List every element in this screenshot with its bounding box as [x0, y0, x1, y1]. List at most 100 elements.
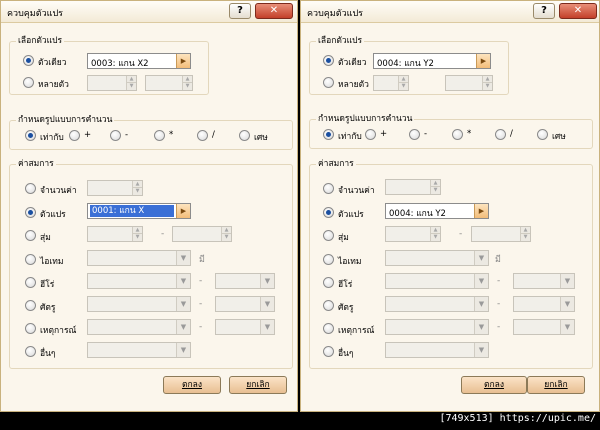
radio-constant[interactable]: จำนวนค่า: [25, 182, 85, 196]
multi-start-spinner[interactable]: ▲ ▼: [373, 75, 409, 91]
random-min-spinner[interactable]: ▲ ▼: [87, 226, 143, 242]
down-arrow-icon[interactable]: ▼: [133, 188, 142, 195]
up-arrow-icon[interactable]: ▲: [127, 76, 136, 83]
single-variable-select[interactable]: 0003: แกน X2 ▶: [87, 53, 191, 69]
radio-button[interactable]: [323, 183, 334, 194]
op-subtract[interactable]: -: [110, 129, 140, 143]
radio-button[interactable]: [25, 183, 36, 194]
up-arrow-icon[interactable]: ▲: [399, 76, 408, 83]
radio-button[interactable]: [25, 323, 36, 334]
radio-button[interactable]: [69, 130, 80, 141]
down-arrow-icon[interactable]: ▼: [399, 83, 408, 90]
other-select[interactable]: ▼: [385, 342, 489, 358]
radio-button[interactable]: [154, 130, 165, 141]
chevron-down-icon[interactable]: ▼: [176, 343, 190, 357]
up-arrow-icon[interactable]: ▲: [222, 227, 231, 234]
item-select[interactable]: ▼: [385, 250, 489, 266]
radio-button[interactable]: [323, 254, 334, 265]
other-select[interactable]: ▼: [87, 342, 191, 358]
up-arrow-icon[interactable]: ▲: [133, 181, 142, 188]
hero-attr-select[interactable]: ▼: [513, 273, 575, 289]
event-select[interactable]: ▼: [87, 319, 191, 335]
radio-button[interactable]: [323, 277, 334, 288]
down-arrow-icon[interactable]: ▼: [483, 83, 492, 90]
radio-button[interactable]: [25, 207, 36, 218]
radio-constant[interactable]: จำนวนค่า: [323, 182, 383, 196]
chevron-down-icon[interactable]: ▼: [176, 320, 190, 334]
radio-button[interactable]: [323, 323, 334, 334]
hero-select[interactable]: ▼: [87, 273, 191, 289]
chevron-down-icon[interactable]: ▼: [176, 274, 190, 288]
radio-event[interactable]: เหตุการณ์: [25, 322, 85, 336]
radio-button[interactable]: [323, 230, 334, 241]
chevron-down-icon[interactable]: ▼: [260, 320, 274, 334]
radio-button[interactable]: [365, 129, 376, 140]
enemy-attr-select[interactable]: ▼: [215, 296, 275, 312]
op-divide[interactable]: /: [495, 128, 525, 142]
chevron-down-icon[interactable]: ▼: [560, 320, 574, 334]
constant-spinner[interactable]: ▲ ▼: [87, 180, 143, 196]
spinner-buttons[interactable]: ▲ ▼: [182, 76, 192, 90]
chevron-down-icon[interactable]: ▼: [474, 274, 488, 288]
radio-button[interactable]: [25, 230, 36, 241]
random-max-spinner[interactable]: ▲ ▼: [471, 226, 531, 242]
enemy-select[interactable]: ▼: [385, 296, 489, 312]
down-arrow-icon[interactable]: ▼: [222, 234, 231, 241]
event-attr-select[interactable]: ▼: [513, 319, 575, 335]
enemy-select[interactable]: ▼: [87, 296, 191, 312]
radio-button[interactable]: [323, 55, 334, 66]
radio-button[interactable]: [25, 254, 36, 265]
spinner-buttons[interactable]: ▲ ▼: [482, 76, 492, 90]
radio-button[interactable]: [25, 300, 36, 311]
op-multiply[interactable]: *: [452, 128, 482, 142]
chevron-down-icon[interactable]: ▼: [176, 251, 190, 265]
item-select[interactable]: ▼: [87, 250, 191, 266]
radio-button[interactable]: [239, 130, 250, 141]
chevron-right-icon[interactable]: ▶: [476, 54, 490, 68]
radio-button[interactable]: [110, 130, 121, 141]
down-arrow-icon[interactable]: ▼: [521, 234, 530, 241]
radio-random[interactable]: สุ่ม: [25, 229, 75, 243]
random-min-spinner[interactable]: ▲ ▼: [385, 226, 441, 242]
radio-event[interactable]: เหตุการณ์: [323, 322, 383, 336]
spinner-buttons[interactable]: ▲ ▼: [132, 181, 142, 195]
chevron-right-icon[interactable]: ▶: [176, 204, 190, 218]
operand-variable-select[interactable]: 0001: แกน X ▶: [87, 203, 191, 219]
multi-end-spinner[interactable]: ▲ ▼: [445, 75, 493, 91]
close-button[interactable]: ✕: [255, 3, 293, 19]
close-button[interactable]: ✕: [559, 3, 597, 19]
op-equal[interactable]: เท่ากับ: [25, 129, 75, 143]
radio-item[interactable]: ไอเทม: [323, 253, 383, 267]
radio-button[interactable]: [25, 277, 36, 288]
spinner-buttons[interactable]: ▲ ▼: [430, 227, 440, 241]
constant-spinner[interactable]: ▲ ▼: [385, 179, 441, 195]
radio-single-variable[interactable]: ตัวเดียว: [23, 54, 83, 68]
hero-attr-select[interactable]: ▼: [215, 273, 275, 289]
radio-item[interactable]: ไอเทม: [25, 253, 85, 267]
down-arrow-icon[interactable]: ▼: [133, 234, 142, 241]
op-add[interactable]: +: [365, 128, 395, 142]
radio-button[interactable]: [537, 129, 548, 140]
radio-button[interactable]: [452, 129, 463, 140]
radio-enemy[interactable]: ศัตรู: [25, 299, 75, 313]
cancel-button[interactable]: ยกเลิก: [527, 376, 585, 394]
spinner-buttons[interactable]: ▲ ▼: [221, 227, 231, 241]
radio-variable[interactable]: ตัวแปร: [25, 206, 85, 220]
hero-select[interactable]: ▼: [385, 273, 489, 289]
operand-variable-select[interactable]: 0004: แกน Y2 ▶: [385, 203, 489, 219]
chevron-right-icon[interactable]: ▶: [176, 54, 190, 68]
ok-button[interactable]: ตกลง: [163, 376, 221, 394]
up-arrow-icon[interactable]: ▲: [183, 76, 192, 83]
down-arrow-icon[interactable]: ▼: [183, 83, 192, 90]
radio-button[interactable]: [323, 129, 334, 140]
random-max-spinner[interactable]: ▲ ▼: [172, 226, 232, 242]
radio-random[interactable]: สุ่ม: [323, 229, 373, 243]
chevron-down-icon[interactable]: ▼: [560, 274, 574, 288]
down-arrow-icon[interactable]: ▼: [431, 234, 440, 241]
chevron-down-icon[interactable]: ▼: [474, 343, 488, 357]
event-select[interactable]: ▼: [385, 319, 489, 335]
down-arrow-icon[interactable]: ▼: [127, 83, 136, 90]
up-arrow-icon[interactable]: ▲: [483, 76, 492, 83]
radio-hero[interactable]: ฮีโร่: [25, 276, 75, 290]
ok-button[interactable]: ตกลง: [461, 376, 527, 394]
